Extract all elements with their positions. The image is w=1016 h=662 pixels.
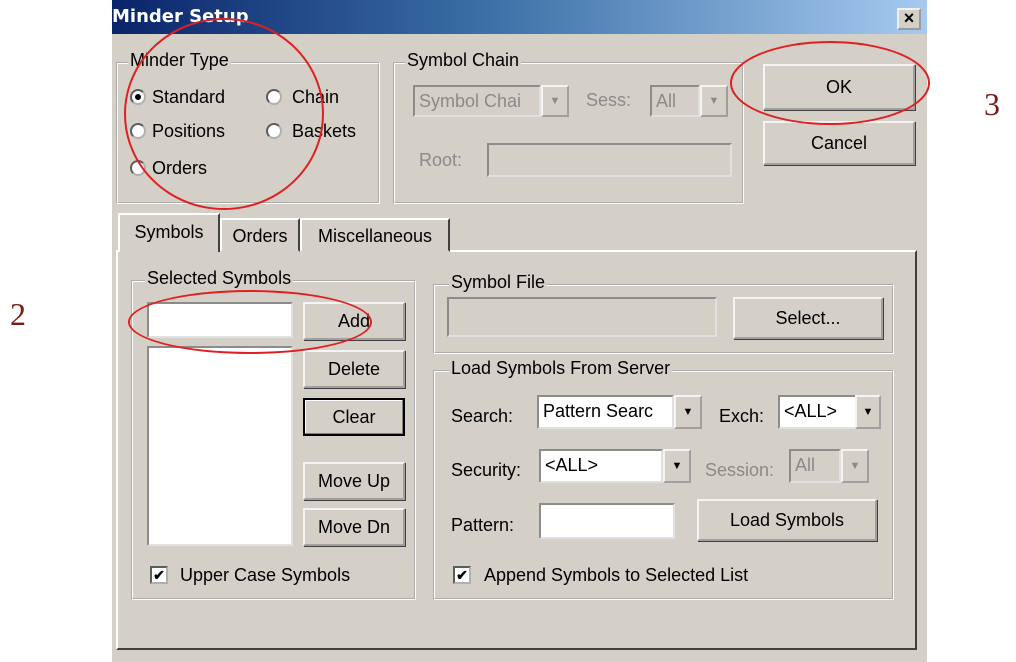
selected-symbols-label: Selected Symbols — [145, 268, 294, 289]
symbol-chain-select[interactable]: Symbol Chai — [413, 85, 541, 117]
symbol-chain-dropdown-arrow-icon[interactable]: ▼ — [541, 85, 569, 117]
radio-standard-label: Standard — [152, 87, 226, 107]
load-from-server-label: Load Symbols From Server — [449, 358, 673, 379]
checkmark-icon: ✔ — [153, 567, 165, 583]
append-symbols-checkbox[interactable]: ✔ — [453, 566, 471, 584]
security-dropdown-arrow-icon[interactable]: ▼ — [663, 449, 691, 483]
radio-chain[interactable] — [266, 89, 282, 105]
close-button[interactable]: × — [897, 8, 921, 30]
symbol-chain-value: Symbol Chai — [419, 91, 522, 111]
pattern-input[interactable] — [539, 503, 675, 539]
security-value: <ALL> — [545, 455, 599, 475]
add-button[interactable]: Add — [303, 302, 405, 340]
exch-select[interactable]: <ALL> — [778, 395, 858, 429]
cancel-button[interactable]: Cancel — [763, 121, 915, 165]
pattern-label: Pattern: — [451, 515, 515, 535]
search-select[interactable]: Pattern Searc — [537, 395, 674, 429]
clear-button[interactable]: Clear — [303, 398, 405, 436]
session-dropdown-arrow-icon[interactable]: ▼ — [841, 449, 869, 483]
security-label: Security: — [451, 460, 522, 480]
sess-dropdown-arrow-icon[interactable]: ▼ — [700, 85, 728, 117]
search-dropdown-arrow-icon[interactable]: ▼ — [674, 395, 702, 429]
load-symbols-button[interactable]: Load Symbols — [697, 499, 877, 541]
symbol-chain-label: Symbol Chain — [405, 50, 522, 71]
delete-button[interactable]: Delete — [303, 350, 405, 388]
search-value: Pattern Searc — [543, 401, 654, 421]
symbol-file-path[interactable] — [447, 297, 717, 337]
root-field[interactable] — [487, 143, 732, 177]
upper-case-label: Upper Case Symbols — [180, 565, 351, 585]
radio-chain-label: Chain — [292, 87, 340, 107]
radio-positions-label: Positions — [152, 121, 226, 141]
radio-baskets[interactable] — [266, 123, 282, 139]
sess-value: All — [656, 91, 677, 111]
append-symbols-label: Append Symbols to Selected List — [484, 565, 749, 585]
minder-type-label: Minder Type — [128, 50, 231, 71]
sess-label: Sess: — [586, 90, 632, 110]
root-label: Root: — [419, 150, 463, 170]
exch-value: <ALL> — [784, 401, 838, 421]
radio-orders[interactable] — [130, 160, 146, 176]
checkmark-icon: ✔ — [456, 567, 468, 583]
selected-symbols-list[interactable] — [147, 346, 293, 546]
radio-standard[interactable] — [130, 89, 146, 105]
session-label: Session: — [705, 460, 775, 480]
symbol-chain-group — [393, 62, 744, 204]
radio-positions[interactable] — [130, 123, 146, 139]
annotation-number-3: 3 — [984, 86, 1000, 122]
tab-miscellaneous[interactable]: Miscellaneous — [300, 218, 450, 252]
annotation-number-2: 2 — [10, 296, 26, 332]
search-label: Search: — [451, 406, 514, 426]
security-select[interactable]: <ALL> — [539, 449, 663, 483]
symbol-file-label: Symbol File — [449, 272, 548, 293]
session-value: All — [795, 455, 816, 475]
window-title: Minder Setup — [112, 6, 249, 27]
upper-case-checkbox[interactable]: ✔ — [150, 566, 168, 584]
ok-button[interactable]: OK — [763, 64, 915, 110]
tab-symbols[interactable]: Symbols — [118, 213, 220, 252]
move-up-button[interactable]: Move Up — [303, 462, 405, 500]
radio-orders-label: Orders — [152, 158, 208, 178]
tab-orders[interactable]: Orders — [220, 218, 300, 252]
session-select[interactable]: All — [789, 449, 841, 483]
sess-select[interactable]: All — [650, 85, 700, 117]
select-file-button[interactable]: Select... — [733, 297, 883, 339]
radio-baskets-label: Baskets — [292, 121, 357, 141]
move-down-button[interactable]: Move Dn — [303, 508, 405, 546]
symbol-input[interactable] — [147, 302, 293, 338]
exch-dropdown-arrow-icon[interactable]: ▼ — [855, 395, 881, 429]
exch-label: Exch: — [719, 406, 765, 426]
